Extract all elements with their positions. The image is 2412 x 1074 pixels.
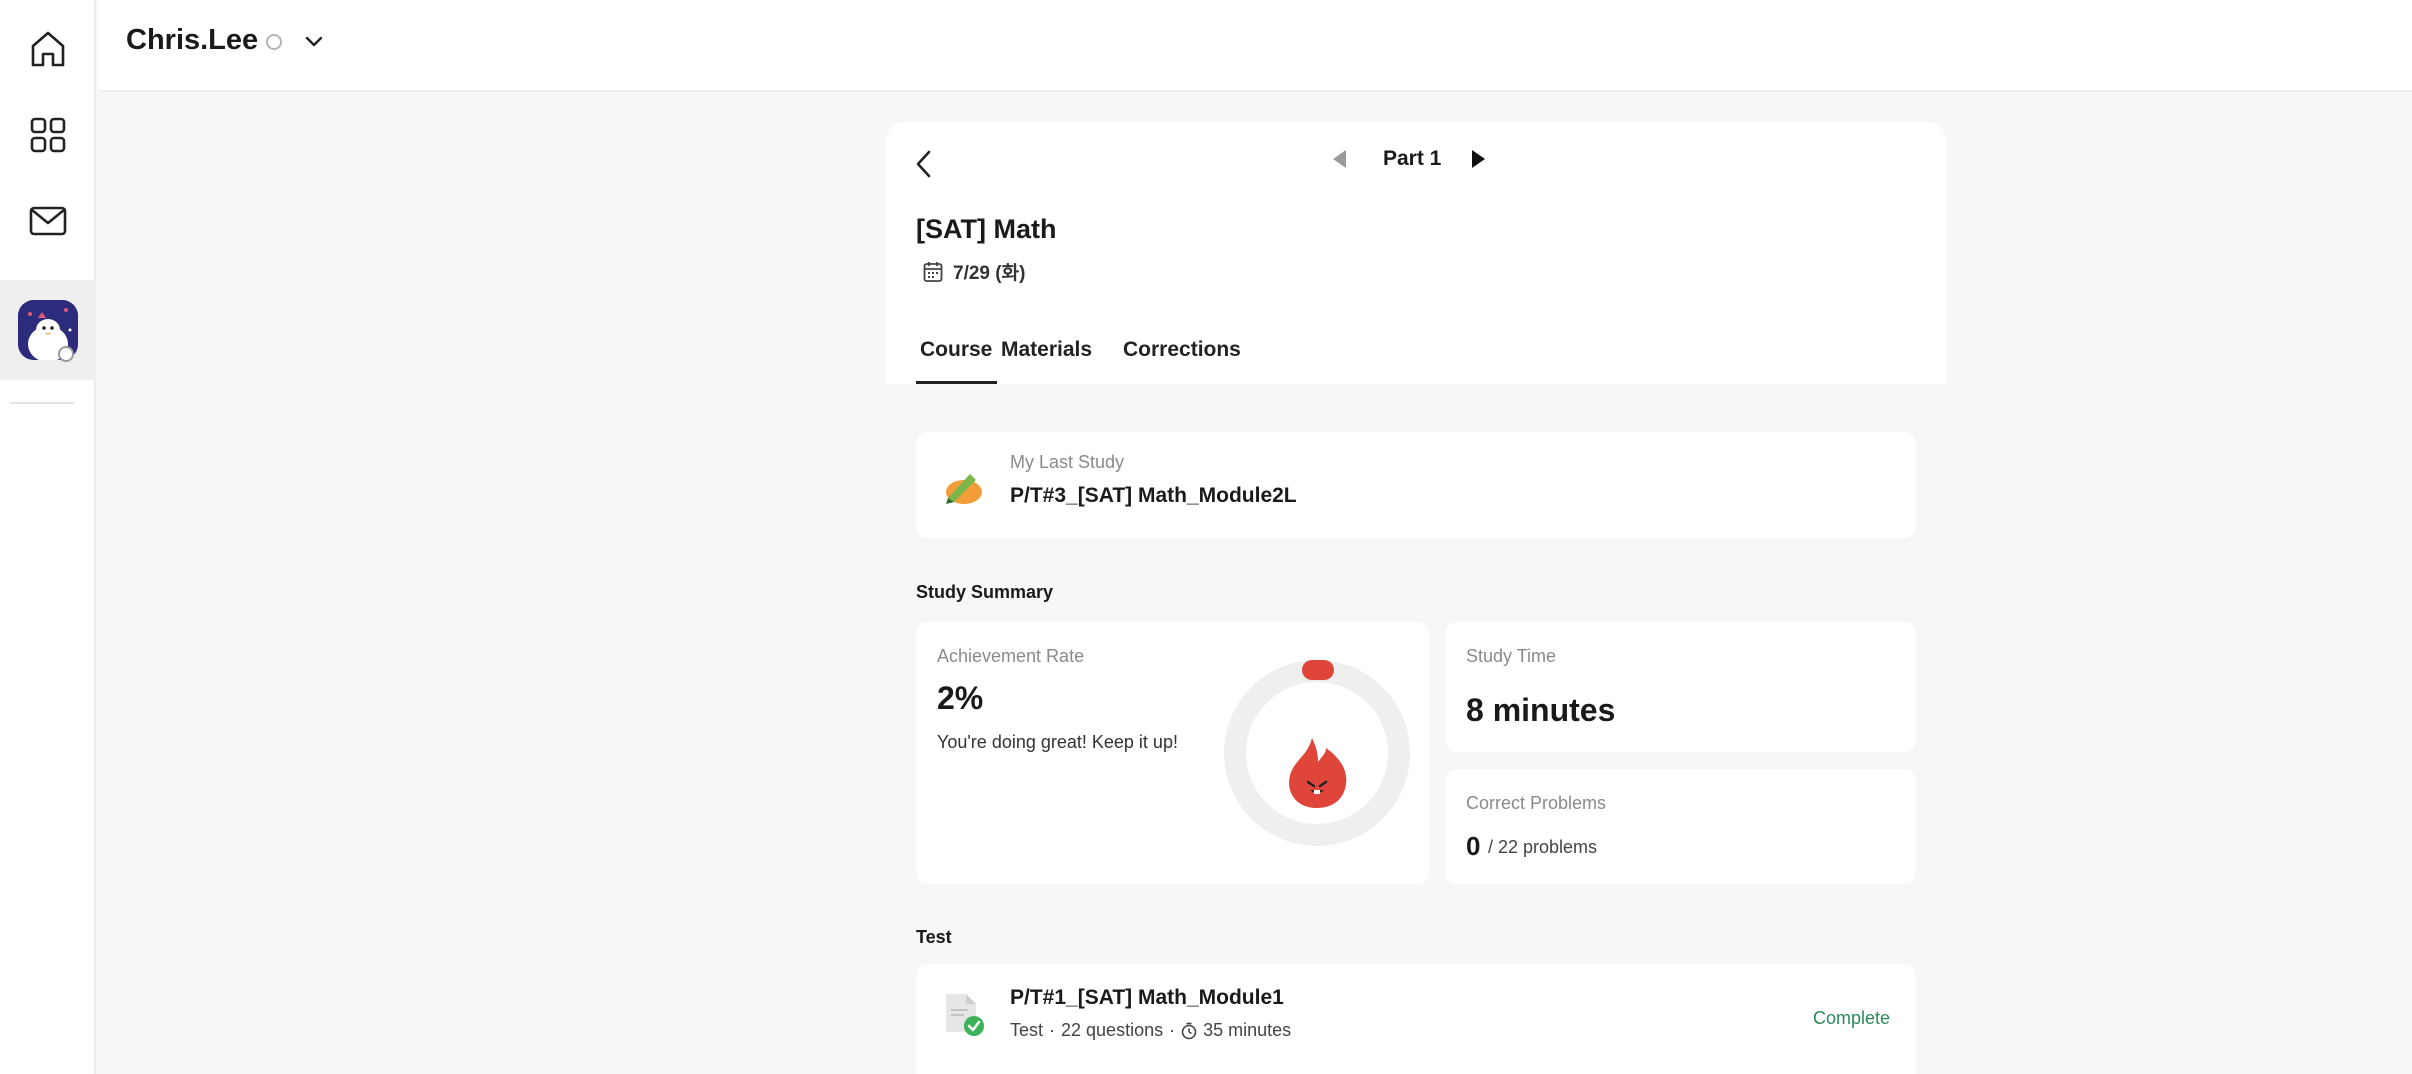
meta-separator: · xyxy=(1169,1020,1176,1040)
profile-button[interactable] xyxy=(0,280,96,380)
test-questions: 22 questions xyxy=(1061,1020,1164,1040)
mail-button[interactable] xyxy=(0,178,96,264)
tab-corrections[interactable]: Corrections xyxy=(1119,338,1259,384)
achievement-ring xyxy=(1224,660,1410,846)
fire-mascot-icon xyxy=(1289,738,1347,808)
study-time-label: Study Time xyxy=(1466,646,1557,666)
tab-materials[interactable]: Materials xyxy=(997,338,1119,384)
correct-problems-label: Correct Problems xyxy=(1466,793,1607,813)
date-text: 7/29 (화) xyxy=(953,263,1026,284)
study-summary-title: Study Summary xyxy=(916,582,1054,602)
next-part-button[interactable] xyxy=(1471,148,1487,175)
course-header: Part 1 [SAT] Math 7/29 (화) Course Materi… xyxy=(885,122,1947,384)
mail-icon xyxy=(29,206,67,236)
home-button[interactable] xyxy=(0,6,96,92)
correct-count: 0 xyxy=(1466,831,1481,861)
last-study-card[interactable]: My Last Study P/T#3_[SAT] Math_Module2L xyxy=(916,432,1916,538)
test-duration: 35 minutes xyxy=(1203,1020,1292,1040)
achievement-message: You're doing great! Keep it up! xyxy=(937,732,1178,752)
document-check-icon xyxy=(942,992,986,1043)
course-panel: Part 1 [SAT] Math 7/29 (화) Course Materi… xyxy=(885,122,1947,1074)
timer-icon xyxy=(1181,1022,1197,1039)
pencil-icon xyxy=(942,466,986,511)
top-bar: Chris.Lee xyxy=(98,0,2412,92)
triangle-right-icon xyxy=(1472,150,1485,168)
test-section-title: Test xyxy=(916,927,952,947)
study-time-card: Study Time 8 minutes xyxy=(1445,622,1916,752)
test-status: Complete xyxy=(1812,1008,1890,1028)
sidebar-rail xyxy=(0,0,96,1074)
achievement-card: Achievement Rate 2% You're doing great! … xyxy=(916,622,1429,884)
last-study-label: My Last Study xyxy=(1010,452,1125,472)
correct-total: / 22 problems xyxy=(1488,837,1598,857)
chevron-down-icon xyxy=(305,36,323,47)
triangle-left-icon xyxy=(1333,150,1346,168)
meta-separator: · xyxy=(1049,1020,1056,1040)
progress-marker xyxy=(1302,660,1334,680)
course-title: [SAT] Math xyxy=(916,214,1057,244)
presence-indicator xyxy=(58,346,74,362)
back-button[interactable] xyxy=(909,144,939,184)
user-name[interactable]: Chris.Lee xyxy=(126,24,258,57)
course-date: 7/29 (화) xyxy=(923,258,1025,285)
rail-divider xyxy=(10,402,74,404)
test-item[interactable]: P/T#1_[SAT] Math_Module1 Test · 22 quest… xyxy=(916,964,1916,1074)
achievement-value: 2% xyxy=(937,680,984,716)
test-type: Test xyxy=(1010,1020,1044,1040)
part-label: Part 1 xyxy=(1383,147,1442,170)
home-icon xyxy=(31,31,65,67)
tab-course[interactable]: Course xyxy=(916,338,997,384)
previous-part-button[interactable] xyxy=(1331,148,1347,175)
apps-grid-icon xyxy=(30,117,66,153)
user-status-indicator xyxy=(266,34,282,50)
test-meta: Test · 22 questions · 35 minutes xyxy=(1010,1020,1291,1041)
calendar-icon xyxy=(923,261,943,282)
achievement-label: Achievement Rate xyxy=(937,646,1085,666)
correct-problems-card: Correct Problems 0 / 22 problems xyxy=(1445,769,1916,884)
chevron-left-icon xyxy=(916,150,931,178)
user-menu-button[interactable] xyxy=(304,30,324,59)
last-study-value: P/T#3_[SAT] Math_Module2L xyxy=(1010,484,1297,507)
apps-button[interactable] xyxy=(0,92,96,178)
test-name: P/T#1_[SAT] Math_Module1 xyxy=(1010,986,1284,1009)
study-time-value: 8 minutes xyxy=(1466,692,1616,728)
course-tabs: Course Materials Corrections xyxy=(916,338,1259,384)
